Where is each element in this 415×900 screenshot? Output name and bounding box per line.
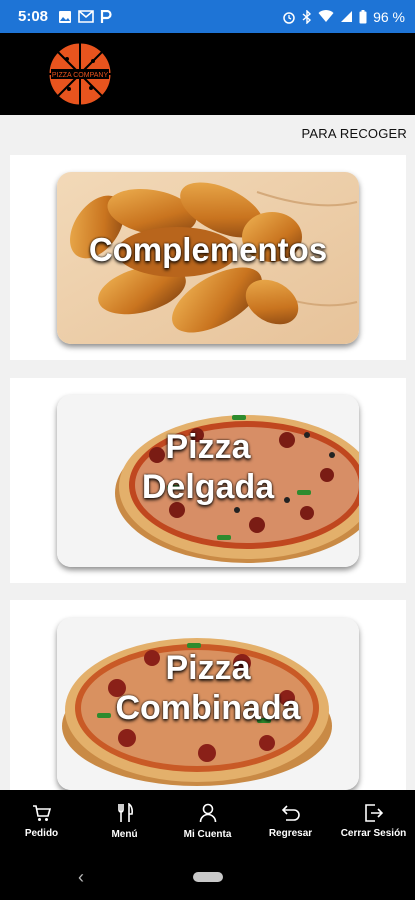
- logout-icon: [364, 803, 384, 822]
- back-chevron-icon[interactable]: ‹: [78, 867, 84, 888]
- combo-pizza-image[interactable]: Pizza Combinada: [57, 618, 359, 790]
- cart-icon: [32, 804, 52, 822]
- user-icon: [199, 803, 217, 823]
- nav-label: Pedido: [24, 827, 59, 839]
- potato-wedges-image[interactable]: Complementos: [57, 172, 359, 344]
- battery-icon: [359, 9, 367, 24]
- nav-label: Mi Cuenta: [183, 828, 232, 840]
- alarm-icon: [282, 10, 296, 24]
- nav-item-cerrar-sesion[interactable]: Cerrar Sesión: [332, 790, 415, 852]
- bottom-nav: Pedido Menú Mi Cuenta Regresar Cerrar Se…: [0, 790, 415, 852]
- home-pill[interactable]: [193, 872, 223, 882]
- category-card-complementos[interactable]: Complementos: [10, 155, 406, 360]
- app-header: PIZZA COMPANY: [0, 33, 415, 115]
- status-time: 5:08: [18, 8, 49, 25]
- nav-item-mi-cuenta[interactable]: Mi Cuenta: [166, 790, 249, 852]
- cutlery-icon: [116, 802, 134, 823]
- label-line-1: Pizza: [165, 428, 251, 466]
- label-line-2: Combinada: [115, 689, 301, 727]
- category-label-pizza-combinada: Pizza Combinada: [57, 648, 359, 728]
- bluetooth-icon: [302, 9, 312, 24]
- category-card-pizza-delgada[interactable]: Pizza Delgada: [10, 378, 406, 583]
- wifi-icon: [318, 10, 334, 23]
- gmail-icon: [78, 10, 94, 23]
- nav-item-regresar[interactable]: Regresar: [249, 790, 332, 852]
- logo-text: PIZZA COMPANY: [52, 72, 109, 79]
- category-card-pizza-combinada[interactable]: Pizza Combinada: [10, 600, 406, 790]
- system-nav-bar: ‹: [0, 852, 415, 900]
- status-bar: 5:08 96 %: [0, 0, 415, 33]
- label-line-2: Delgada: [141, 468, 275, 506]
- undo-icon: [281, 804, 301, 822]
- category-label-pizza-delgada: Pizza Delgada: [57, 427, 359, 507]
- image-icon: [58, 10, 72, 24]
- pickup-label[interactable]: PARA RECOGER: [302, 126, 407, 141]
- p-icon: [100, 9, 112, 24]
- nav-label: Cerrar Sesión: [340, 827, 407, 839]
- label-line-1: Pizza: [165, 649, 251, 687]
- signal-icon: [340, 10, 353, 23]
- pizza-company-logo[interactable]: PIZZA COMPANY: [47, 41, 113, 107]
- nav-item-pedido[interactable]: Pedido: [0, 790, 83, 852]
- nav-label: Regresar: [268, 827, 313, 839]
- nav-item-menu[interactable]: Menú: [83, 790, 166, 852]
- thin-pizza-image[interactable]: Pizza Delgada: [57, 395, 359, 567]
- battery-level: 96 %: [373, 8, 405, 25]
- category-label-complementos: Complementos: [88, 231, 328, 268]
- nav-label: Menú: [111, 828, 138, 840]
